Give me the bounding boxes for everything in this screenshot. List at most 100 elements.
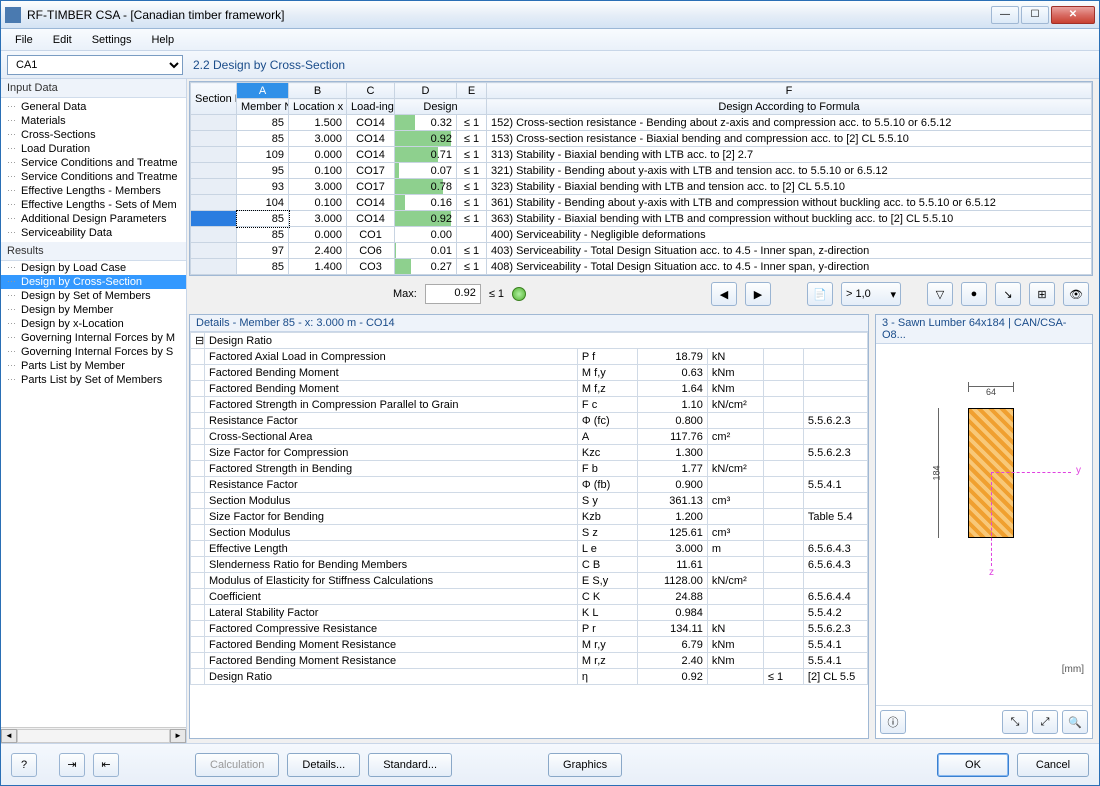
export-icon[interactable]: ⇤ <box>93 753 119 777</box>
table-row[interactable]: 851.400CO30.27≤ 1408) Serviceability - T… <box>191 259 1092 275</box>
nav-item[interactable]: Materials <box>1 114 186 128</box>
scroll-right-icon[interactable]: ► <box>170 729 186 743</box>
dim-width: 64 <box>968 386 1014 397</box>
table-row[interactable]: 851.500CO140.32≤ 1152) Cross-section res… <box>191 115 1092 131</box>
filter-combo[interactable]: > 1,0▾ <box>841 282 901 306</box>
table-row[interactable]: 972.400CO60.01≤ 1403) Serviceability - T… <box>191 243 1092 259</box>
menu-settings[interactable]: Settings <box>84 32 140 48</box>
preview-title: 3 - Sawn Lumber 64x184 | CAN/CSA-O8... <box>876 315 1092 344</box>
scroll-track[interactable] <box>17 729 170 743</box>
ok-status-icon <box>512 287 526 301</box>
highlight-icon[interactable]: ● <box>961 282 987 306</box>
nav-item[interactable]: Service Conditions and Treatme <box>1 170 186 184</box>
table-row[interactable]: 1090.000CO140.71≤ 1313) Stability - Biax… <box>191 147 1092 163</box>
table-row[interactable]: 850.000CO10.00400) Serviceability - Negl… <box>191 227 1092 243</box>
max-compare: ≤ 1 <box>489 288 504 300</box>
nav-item[interactable]: Effective Lengths - Members <box>1 184 186 198</box>
window-title: RF-TIMBER CSA - [Canadian timber framewo… <box>27 8 991 22</box>
details-button[interactable]: Details... <box>287 753 360 777</box>
scroll-left-icon[interactable]: ◄ <box>1 729 17 743</box>
detail-row: Size Factor for BendingKzb1.200Table 5.4 <box>191 509 868 525</box>
nav-item[interactable]: General Data <box>1 100 186 114</box>
axis-xy-icon[interactable]: ⤡ <box>1002 710 1028 734</box>
detail-row: Section ModulusS z125.61cm³ <box>191 525 868 541</box>
nav-item[interactable]: Governing Internal Forces by M <box>1 331 186 345</box>
zoom-icon[interactable]: 🔍 <box>1062 710 1088 734</box>
table-row[interactable]: 853.000CO140.92≤ 1363) Stability - Biaxi… <box>191 211 1092 227</box>
info-icon[interactable]: ⓘ <box>880 710 906 734</box>
nav-item[interactable]: Service Conditions and Treatme <box>1 156 186 170</box>
table-row[interactable]: 933.000CO170.78≤ 1323) Stability - Biaxi… <box>191 179 1092 195</box>
sidebar-hscroll[interactable]: ◄ ► <box>1 727 186 743</box>
cancel-button[interactable]: Cancel <box>1017 753 1089 777</box>
import-icon[interactable]: ⇥ <box>59 753 85 777</box>
help-icon[interactable]: ? <box>11 753 37 777</box>
nav-item[interactable]: Additional Design Parameters <box>1 212 186 226</box>
table-row[interactable]: 1040.100CO140.16≤ 1361) Stability - Bend… <box>191 195 1092 211</box>
titlebar[interactable]: RF-TIMBER CSA - [Canadian timber framewo… <box>1 1 1099 29</box>
show-hide-icon[interactable]: 👁 <box>1063 282 1089 306</box>
col-section[interactable]: Section No. <box>191 83 237 115</box>
col-member[interactable]: Member No. <box>237 99 289 115</box>
col-letter-f[interactable]: F <box>487 83 1092 99</box>
grid-action-row: Max: 0.92 ≤ 1 ◀ ▶ 📄 > 1,0▾ ▽ ● ↘ ⊞ 👁 <box>189 276 1093 312</box>
col-letter-e[interactable]: E <box>457 83 487 99</box>
nav-fwd-button[interactable]: ▶ <box>745 282 771 306</box>
section-preview: 3 - Sawn Lumber 64x184 | CAN/CSA-O8... 6… <box>875 314 1093 739</box>
app-icon <box>5 7 21 23</box>
menu-help[interactable]: Help <box>143 32 182 48</box>
collapse-icon[interactable]: ⊟ <box>191 333 205 349</box>
nav-item[interactable]: Design by Load Case <box>1 261 186 275</box>
menubar: File Edit Settings Help <box>1 29 1099 51</box>
nav-item[interactable]: Cross-Sections <box>1 128 186 142</box>
detail-row: Factored Bending Moment ResistanceM r,y6… <box>191 637 868 653</box>
col-letter-a[interactable]: A <box>237 83 289 99</box>
case-selector[interactable]: CA1 <box>7 55 183 75</box>
col-letter-c[interactable]: C <box>347 83 395 99</box>
standard-button[interactable]: Standard... <box>368 753 452 777</box>
close-button[interactable]: ✕ <box>1051 6 1095 24</box>
nav-item[interactable]: Design by Cross-Section <box>1 275 186 289</box>
detail-row: Design Ratioη0.92≤ 1[2] CL 5.5 <box>191 669 868 685</box>
view-member-icon[interactable]: ⊞ <box>1029 282 1055 306</box>
maximize-button[interactable]: ☐ <box>1021 6 1049 24</box>
filter-icon[interactable]: ▽ <box>927 282 953 306</box>
toolbar: CA1 2.2 Design by Cross-Section <box>1 51 1099 79</box>
nav-back-button[interactable]: ◀ <box>711 282 737 306</box>
nav-item[interactable]: Parts List by Set of Members <box>1 373 186 387</box>
nav-item[interactable]: Governing Internal Forces by S <box>1 345 186 359</box>
detail-row: Effective LengthL e3.000m6.5.6.4.3 <box>191 541 868 557</box>
nav-item[interactable]: Effective Lengths - Sets of Mem <box>1 198 186 212</box>
nav-item[interactable]: Design by Set of Members <box>1 289 186 303</box>
ok-button[interactable]: OK <box>937 753 1009 777</box>
detail-row: Factored Bending MomentM f,y0.63kNm <box>191 365 868 381</box>
graphics-button[interactable]: Graphics <box>548 753 622 777</box>
table-row[interactable]: 950.100CO170.07≤ 1321) Stability - Bendi… <box>191 163 1092 179</box>
col-letter-b[interactable]: B <box>289 83 347 99</box>
axis-xz-icon[interactable]: ⤢ <box>1032 710 1058 734</box>
nav-item[interactable]: Serviceability Data <box>1 226 186 240</box>
col-loading[interactable]: Load-ing <box>347 99 395 115</box>
nav-item[interactable]: Load Duration <box>1 142 186 156</box>
detail-row: Factored Compressive ResistanceP r134.11… <box>191 621 868 637</box>
preview-canvas[interactable]: 64 184 [mm] <box>876 344 1092 705</box>
results-info-button[interactable]: 📄 <box>807 282 833 306</box>
app-window: RF-TIMBER CSA - [Canadian timber framewo… <box>0 0 1100 786</box>
calculation-button[interactable]: Calculation <box>195 753 279 777</box>
col-formula[interactable]: Design According to Formula <box>487 99 1092 115</box>
nav-item[interactable]: Parts List by Member <box>1 359 186 373</box>
detail-row: Resistance FactorΦ (fc)0.8005.5.6.2.3 <box>191 413 868 429</box>
minimize-button[interactable]: — <box>991 6 1019 24</box>
select-member-icon[interactable]: ↘ <box>995 282 1021 306</box>
detail-row: Factored Axial Load in CompressionP f18.… <box>191 349 868 365</box>
nav-item[interactable]: Design by Member <box>1 303 186 317</box>
col-location[interactable]: Location x [m] <box>289 99 347 115</box>
detail-row: Size Factor for CompressionKzc1.3005.5.6… <box>191 445 868 461</box>
menu-file[interactable]: File <box>7 32 41 48</box>
table-row[interactable]: 853.000CO140.92≤ 1153) Cross-section res… <box>191 131 1092 147</box>
col-letter-d[interactable]: D <box>395 83 457 99</box>
col-design[interactable]: Design <box>395 99 487 115</box>
menu-edit[interactable]: Edit <box>45 32 80 48</box>
nav-item[interactable]: Design by x-Location <box>1 317 186 331</box>
navigator: Input Data General DataMaterialsCross-Se… <box>1 79 187 743</box>
